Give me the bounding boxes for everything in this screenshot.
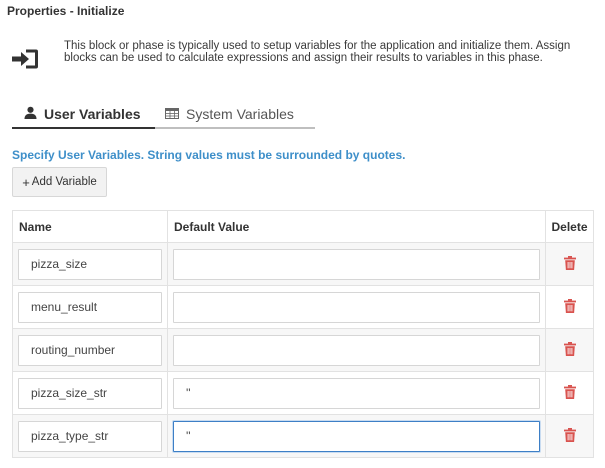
- add-variable-button[interactable]: + Add Variable: [12, 167, 107, 197]
- table-header-row: Name Default Value Delete: [12, 210, 594, 243]
- variable-name-input[interactable]: [18, 248, 162, 280]
- intro-text: This block or phase is typically used to…: [64, 40, 571, 64]
- panel-title: Properties - Initialize: [7, 4, 125, 18]
- table-row: [12, 328, 594, 372]
- sign-in-icon: [12, 48, 40, 70]
- default-value-input[interactable]: [173, 291, 540, 323]
- trash-icon[interactable]: [563, 427, 576, 445]
- user-variables-table: Name Default Value Delete: [12, 210, 594, 458]
- table-row: [12, 371, 594, 415]
- table-icon: [165, 106, 186, 122]
- variable-name-input[interactable]: [18, 420, 162, 452]
- variable-name-input[interactable]: [18, 334, 162, 366]
- table-row: [12, 414, 594, 458]
- tab-user-variables[interactable]: User Variables: [12, 100, 155, 129]
- table-row: [12, 242, 594, 286]
- trash-icon[interactable]: [563, 298, 576, 316]
- instruction-text: Specify User Variables. String values mu…: [12, 148, 406, 162]
- trash-icon[interactable]: [563, 341, 576, 359]
- user-icon: [12, 106, 44, 122]
- table-row: [12, 285, 594, 329]
- tab-system-variables[interactable]: System Variables: [165, 100, 315, 127]
- header-delete: Delete: [545, 210, 594, 243]
- header-name: Name: [12, 210, 168, 243]
- default-value-input[interactable]: [173, 334, 540, 366]
- variable-name-input[interactable]: [18, 377, 162, 409]
- trash-icon[interactable]: [563, 255, 576, 273]
- add-variable-label: Add Variable: [31, 176, 97, 188]
- variable-name-input[interactable]: [18, 291, 162, 323]
- default-value-input[interactable]: [173, 377, 540, 409]
- default-value-input[interactable]: [173, 248, 540, 280]
- plus-icon: +: [22, 174, 30, 190]
- tab-label: User Variables: [44, 105, 141, 122]
- variable-tabs: User Variables System Variables: [12, 100, 315, 129]
- tab-label: System Variables: [186, 105, 294, 122]
- trash-icon[interactable]: [563, 384, 576, 402]
- default-value-input[interactable]: [173, 420, 540, 452]
- header-default-value: Default Value: [167, 210, 546, 243]
